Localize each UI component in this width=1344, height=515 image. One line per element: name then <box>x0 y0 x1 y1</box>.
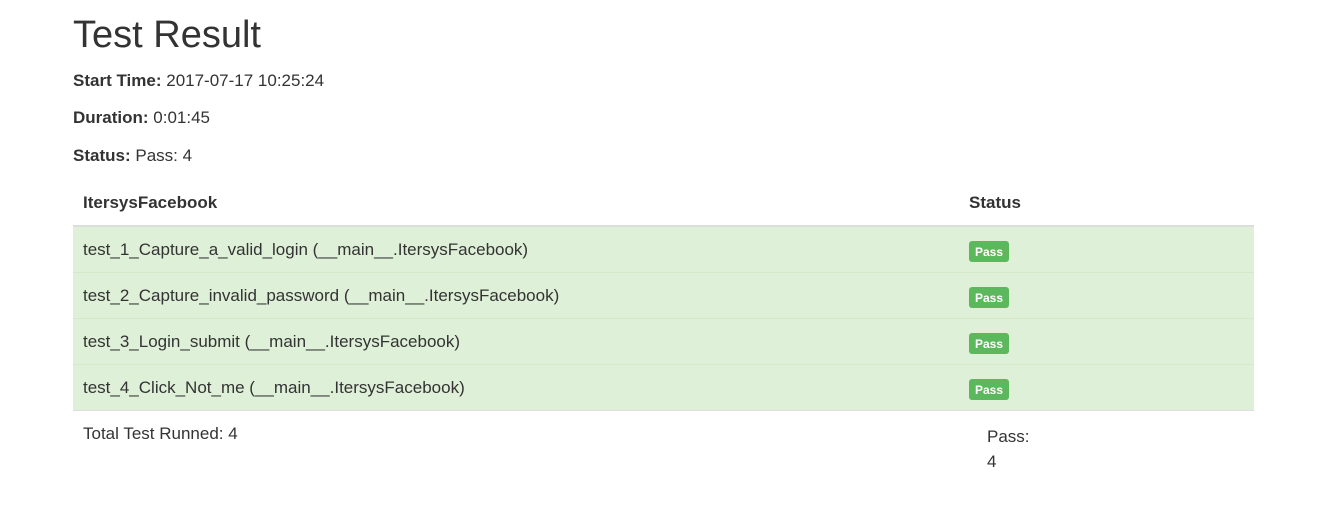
table-row: test_3_Login_submit (__main__.ItersysFac… <box>73 318 1254 365</box>
status-value: Pass: 4 <box>135 146 193 165</box>
column-header-name: ItersysFacebook <box>73 181 959 227</box>
page-title: Test Result <box>73 14 261 56</box>
pass-badge: Pass <box>969 378 1010 400</box>
test-name: test_1_Capture_a_valid_login (__main__.I… <box>73 226 959 273</box>
total-tests-run: Total Test Runned: 4 <box>83 424 238 443</box>
table-header-row: ItersysFacebook Status <box>73 181 1254 227</box>
test-status-cell: Pass <box>959 364 1254 411</box>
start-time-label: Start Time: <box>73 71 162 90</box>
pass-count-value: 4 <box>987 452 997 471</box>
table-row: test_2_Capture_invalid_password (__main_… <box>73 272 1254 319</box>
column-header-status: Status <box>959 181 1254 227</box>
test-status-cell: Pass <box>959 318 1254 365</box>
test-name: test_3_Login_submit (__main__.ItersysFac… <box>73 318 959 365</box>
status-label: Status: <box>73 146 131 165</box>
duration-value: 0:01:45 <box>153 108 211 127</box>
test-status-cell: Pass <box>959 272 1254 319</box>
test-name: test_2_Capture_invalid_password (__main_… <box>73 272 959 319</box>
start-time-value: 2017-07-17 10:25:24 <box>166 71 325 90</box>
pass-badge: Pass <box>969 332 1010 354</box>
pass-badge: Pass <box>969 286 1010 308</box>
results-table: ItersysFacebook Status test_1_Capture_a_… <box>73 181 1254 411</box>
pass-count-label: Pass: <box>987 427 1030 446</box>
table-row: test_1_Capture_a_valid_login (__main__.I… <box>73 226 1254 273</box>
status-summary: Status: Pass: 4 <box>73 146 192 166</box>
start-time: Start Time: 2017-07-17 10:25:24 <box>73 71 324 91</box>
pass-count: Pass: 4 <box>987 424 1047 474</box>
table-row: test_4_Click_Not_me (__main__.ItersysFac… <box>73 364 1254 411</box>
duration-label: Duration: <box>73 108 149 127</box>
duration: Duration: 0:01:45 <box>73 108 210 128</box>
test-status-cell: Pass <box>959 226 1254 273</box>
pass-badge: Pass <box>969 240 1010 262</box>
test-name: test_4_Click_Not_me (__main__.ItersysFac… <box>73 364 959 411</box>
